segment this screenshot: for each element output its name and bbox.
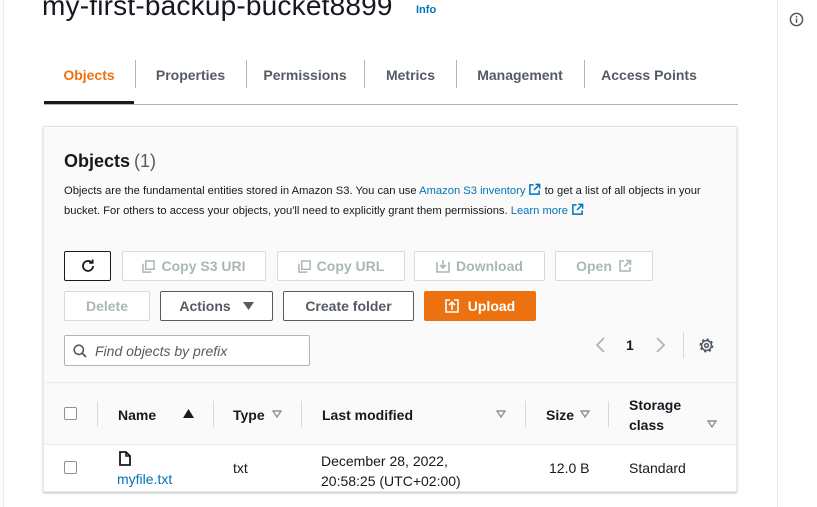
actions-label: Actions [179, 298, 231, 314]
panel-title: Objects (1) [64, 151, 156, 172]
last-modified-time: 20:58:25 (UTC+02:00) [321, 473, 461, 489]
object-last-modified: December 28, 2022, 20:58:25 (UTC+02:00) [321, 451, 461, 491]
sort-icon[interactable] [707, 420, 717, 428]
column-divider [525, 401, 526, 427]
sort-icon[interactable] [580, 410, 590, 418]
open-button[interactable]: Open [555, 251, 653, 281]
search-input[interactable] [95, 340, 305, 362]
column-header-type[interactable]: Type [233, 407, 265, 423]
download-icon [436, 260, 450, 273]
actions-dropdown[interactable]: Actions [160, 291, 273, 321]
copy-url-button[interactable]: Copy URL [277, 251, 405, 281]
s3-inventory-link-label: Amazon S3 inventory [419, 185, 526, 197]
gear-icon[interactable] [698, 337, 715, 354]
previous-page-icon[interactable] [594, 336, 608, 354]
storage-class-line2: class [629, 417, 665, 433]
delete-button[interactable]: Delete [64, 291, 150, 321]
column-divider [97, 401, 98, 427]
page-left-border [3, 0, 4, 507]
upload-icon [444, 299, 459, 313]
copy-icon [297, 259, 311, 273]
info-link[interactable]: Info [416, 4, 436, 16]
table-header: Name Type Last modified Size Storage cla… [44, 382, 736, 445]
help-panel-divider [777, 0, 778, 507]
row-checkbox[interactable] [64, 461, 77, 474]
search-box [64, 335, 310, 366]
pagination-divider [683, 332, 684, 358]
external-link-icon [529, 183, 541, 195]
object-type: txt [233, 460, 248, 476]
column-header-name[interactable]: Name [118, 407, 156, 423]
upload-button[interactable]: Upload [424, 291, 536, 321]
column-header-storage-class[interactable]: Storage class [629, 397, 681, 433]
copy-s3-uri-button[interactable]: Copy S3 URI [122, 251, 266, 281]
learn-more-link-label: Learn more [510, 205, 568, 217]
delete-label: Delete [85, 298, 129, 314]
tab-objects[interactable]: Objects [44, 58, 134, 104]
sort-icon[interactable] [272, 410, 282, 418]
page-title: my-first-backup-bucket8899 [42, 0, 393, 21]
create-folder-button[interactable]: Create folder [283, 291, 414, 321]
last-modified-date: December 28, 2022, [321, 453, 448, 469]
column-divider [301, 401, 302, 427]
select-all-checkbox[interactable] [64, 407, 77, 420]
refresh-button[interactable] [64, 251, 111, 281]
current-page-number[interactable]: 1 [626, 337, 634, 353]
description-text: Objects are the fundamental entities sto… [64, 185, 420, 197]
search-icon [73, 344, 87, 358]
create-folder-label: Create folder [305, 298, 392, 314]
caret-down-icon [242, 302, 254, 310]
download-label: Download [456, 258, 523, 274]
info-circle-icon[interactable] [789, 12, 804, 27]
learn-more-link[interactable]: Learn more [510, 203, 584, 217]
column-header-last-modified[interactable]: Last modified [322, 407, 413, 423]
external-link-icon [572, 203, 584, 215]
tab-metrics[interactable]: Metrics [365, 58, 456, 104]
sort-icon[interactable] [496, 410, 506, 418]
tab-properties[interactable]: Properties [136, 58, 245, 104]
tab-access-points[interactable]: Access Points [585, 58, 713, 104]
copy-url-label: Copy URL [316, 258, 385, 274]
panel-description: Objects are the fundamental entities sto… [64, 181, 704, 221]
open-label: Open [576, 258, 612, 274]
column-divider [213, 401, 214, 427]
external-link-icon [619, 259, 632, 272]
tab-permissions[interactable]: Permissions [247, 58, 363, 104]
object-count: (1) [134, 151, 157, 171]
object-storage-class: Standard [629, 460, 686, 476]
refresh-icon [81, 259, 94, 272]
column-header-size[interactable]: Size [546, 407, 574, 423]
download-button[interactable]: Download [414, 251, 545, 281]
file-icon [119, 451, 131, 466]
panel-title-text: Objects [64, 151, 131, 171]
objects-panel: Objects (1) Objects are the fundamental e… [43, 126, 737, 492]
tab-management[interactable]: Management [457, 58, 583, 104]
bucket-tabs: Objects Properties Permissions Metrics M… [44, 58, 738, 105]
upload-label: Upload [467, 298, 516, 314]
copy-s3-uri-label: Copy S3 URI [161, 258, 246, 274]
next-page-icon[interactable] [653, 336, 667, 354]
column-divider [608, 401, 609, 427]
copy-icon [142, 259, 156, 273]
storage-class-line1: Storage [629, 397, 682, 413]
s3-inventory-link[interactable]: Amazon S3 inventory [419, 183, 541, 197]
sort-ascending-icon[interactable] [183, 409, 194, 418]
object-name-link[interactable]: myfile.txt [117, 471, 172, 487]
object-size: 12.0 B [549, 460, 590, 476]
